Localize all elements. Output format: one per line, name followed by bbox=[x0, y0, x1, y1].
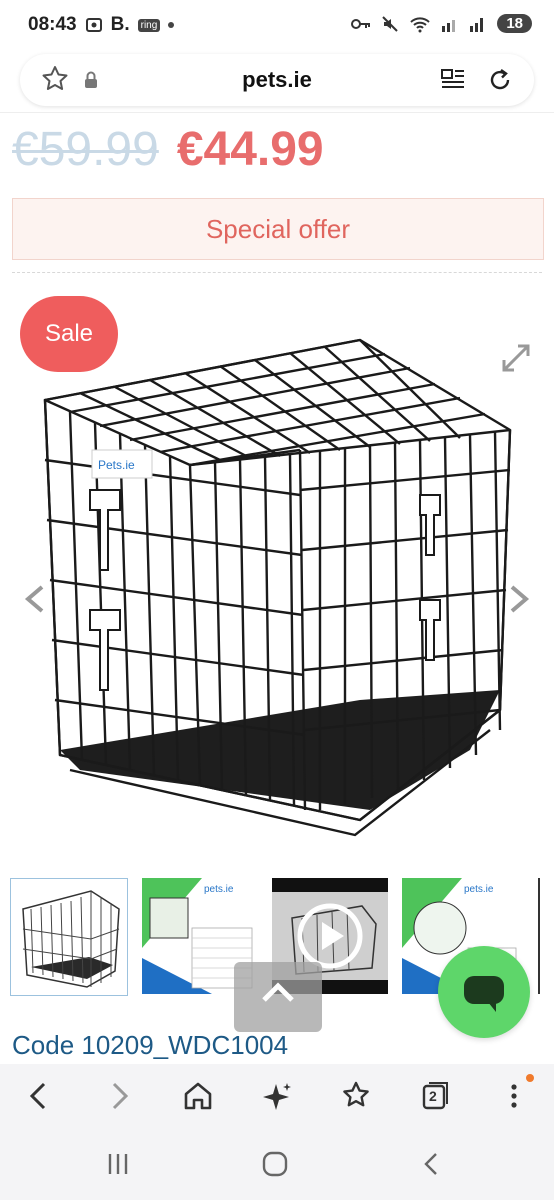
cage-brand-label: Pets.ie bbox=[98, 458, 135, 472]
thumbnail-1[interactable] bbox=[10, 878, 128, 996]
old-price: €59.99 bbox=[12, 123, 159, 176]
reload-icon[interactable] bbox=[486, 66, 514, 94]
address-bar[interactable]: pets.ie bbox=[20, 54, 534, 106]
sale-badge: Sale bbox=[20, 296, 118, 372]
special-offer-banner[interactable]: Special offer bbox=[12, 198, 544, 260]
signal-icon-2 bbox=[470, 17, 484, 32]
notification-dot bbox=[168, 22, 175, 28]
product-image-cage[interactable]: Pets.ie bbox=[0, 290, 554, 870]
home-circle-icon[interactable] bbox=[261, 1150, 289, 1178]
home-icon[interactable] bbox=[182, 1080, 214, 1112]
browser-toolbar: 2 bbox=[0, 1064, 554, 1128]
status-bar: 08:43 B. ring 18 bbox=[0, 0, 554, 52]
status-left: 08:43 B. ring bbox=[28, 14, 175, 36]
status-time: 08:43 bbox=[28, 14, 77, 35]
price-block: €59.99 €44.99 bbox=[12, 122, 324, 177]
system-navigation-bar bbox=[0, 1128, 554, 1200]
thumb-brand-label-2: pets.ie bbox=[464, 884, 494, 895]
scroll-to-top-button[interactable] bbox=[234, 962, 322, 1032]
product-code: Code 10209_WDC1004 bbox=[12, 1030, 289, 1060]
tabs-count: 2 bbox=[429, 1088, 437, 1104]
more-icon[interactable] bbox=[506, 1080, 522, 1112]
signal-icon bbox=[442, 19, 456, 32]
thumb-brand-label-1: pets.ie bbox=[204, 884, 234, 895]
chevron-right-icon[interactable] bbox=[508, 584, 530, 614]
chevron-left-icon[interactable] bbox=[24, 584, 46, 614]
new-price: €44.99 bbox=[176, 123, 324, 176]
chevron-up-icon bbox=[262, 982, 294, 1002]
battery-indicator: 18 bbox=[497, 14, 532, 33]
chat-icon bbox=[464, 976, 504, 1012]
forward-icon[interactable] bbox=[104, 1080, 134, 1112]
dotted-divider bbox=[12, 272, 542, 273]
expand-icon[interactable] bbox=[498, 340, 534, 376]
reader-mode-icon[interactable] bbox=[440, 67, 466, 93]
nav-back-icon[interactable] bbox=[418, 1150, 446, 1178]
key-icon bbox=[351, 18, 371, 29]
app-badge: ring bbox=[137, 18, 161, 32]
header-divider bbox=[0, 112, 554, 113]
bookmark-star-icon[interactable] bbox=[340, 1080, 372, 1112]
back-icon[interactable] bbox=[24, 1080, 54, 1112]
sparkle-icon[interactable] bbox=[262, 1080, 294, 1112]
wifi-icon bbox=[410, 16, 431, 32]
carrier-letter: B. bbox=[110, 14, 130, 35]
thumbnail-5-partial[interactable] bbox=[532, 878, 552, 994]
status-right: 18 bbox=[351, 14, 532, 33]
recent-apps-icon[interactable] bbox=[104, 1150, 132, 1178]
menu-notification-dot bbox=[526, 1074, 534, 1082]
chat-button[interactable] bbox=[438, 946, 530, 1038]
screenshot-icon bbox=[85, 18, 102, 32]
mute-icon bbox=[382, 15, 399, 32]
